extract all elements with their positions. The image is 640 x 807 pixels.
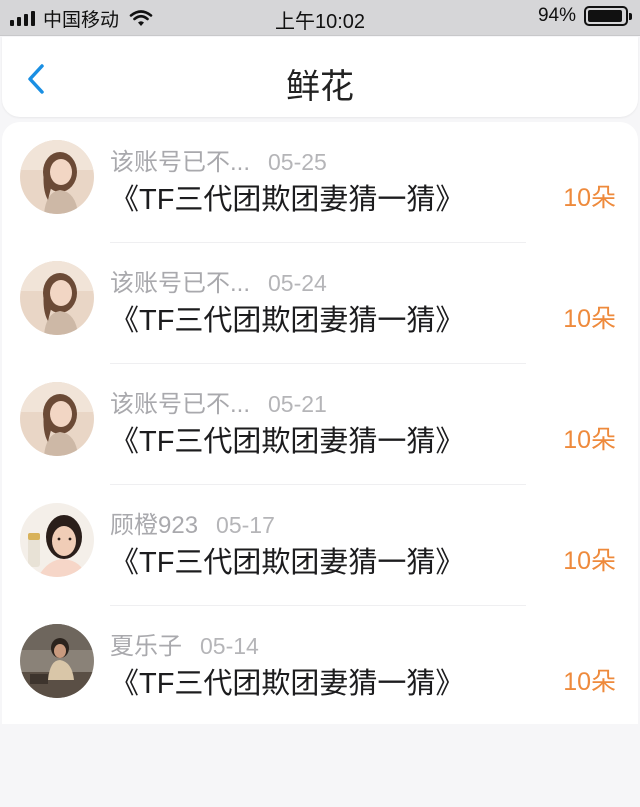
status-right: 94% [537, 5, 632, 27]
gift-date: 05-25 [268, 149, 327, 175]
status-bar: 中国移动 上午10:02 94% [0, 0, 640, 36]
battery-percent: 94% [537, 5, 576, 26]
flower-amount: 10朵 [563, 426, 616, 454]
work-title[interactable]: 《TF三代团欺团妻猜一猜》 [110, 539, 464, 581]
avatar[interactable] [20, 382, 94, 456]
work-title[interactable]: 《TF三代团欺团妻猜一猜》 [110, 176, 464, 218]
avatar[interactable] [20, 503, 94, 577]
gift-date: 05-14 [200, 633, 259, 659]
flower-amount: 10朵 [563, 547, 616, 575]
work-title[interactable]: 《TF三代团欺团妻猜一猜》 [110, 297, 464, 339]
nav-bar: 鲜花 [2, 37, 638, 117]
flower-amount: 10朵 [563, 184, 616, 212]
battery-icon [584, 6, 632, 26]
avatar[interactable] [20, 140, 94, 214]
gift-meta: 夏乐子 05-14 [110, 626, 259, 661]
flower-amount: 10朵 [563, 668, 616, 696]
list-item[interactable]: 夏乐子 05-14 《TF三代团欺团妻猜一猜》 10朵 [2, 606, 638, 727]
gift-date: 05-24 [268, 270, 327, 296]
gift-meta: 该账号已不... 05-24 [110, 263, 327, 298]
list-item[interactable]: 该账号已不... 05-24 《TF三代团欺团妻猜一猜》 10朵 [2, 243, 638, 364]
flower-amount: 10朵 [563, 305, 616, 333]
sender-name[interactable]: 该账号已不... [110, 384, 250, 419]
flower-gift-list: 该账号已不... 05-25 《TF三代团欺团妻猜一猜》 10朵 该账号已不..… [2, 122, 638, 724]
sender-name[interactable]: 该账号已不... [110, 142, 250, 177]
gift-date: 05-21 [268, 391, 327, 417]
list-item[interactable]: 该账号已不... 05-21 《TF三代团欺团妻猜一猜》 10朵 [2, 364, 638, 485]
sender-name[interactable]: 顾橙923 [110, 505, 198, 540]
battery-fill [588, 10, 622, 22]
gift-meta: 该账号已不... 05-25 [110, 142, 327, 177]
work-title[interactable]: 《TF三代团欺团妻猜一猜》 [110, 418, 464, 460]
page-title: 鲜花 [286, 68, 354, 106]
sender-name[interactable]: 夏乐子 [110, 626, 182, 661]
list-item[interactable]: 该账号已不... 05-25 《TF三代团欺团妻猜一猜》 10朵 [2, 122, 638, 243]
gift-meta: 该账号已不... 05-21 [110, 384, 327, 419]
work-title[interactable]: 《TF三代团欺团妻猜一猜》 [110, 660, 464, 702]
avatar[interactable] [20, 624, 94, 698]
list-item[interactable]: 顾橙923 05-17 《TF三代团欺团妻猜一猜》 10朵 [2, 485, 638, 606]
avatar[interactable] [20, 261, 94, 335]
gift-date: 05-17 [216, 512, 275, 538]
sender-name[interactable]: 该账号已不... [110, 263, 250, 298]
gift-meta: 顾橙923 05-17 [110, 505, 275, 540]
